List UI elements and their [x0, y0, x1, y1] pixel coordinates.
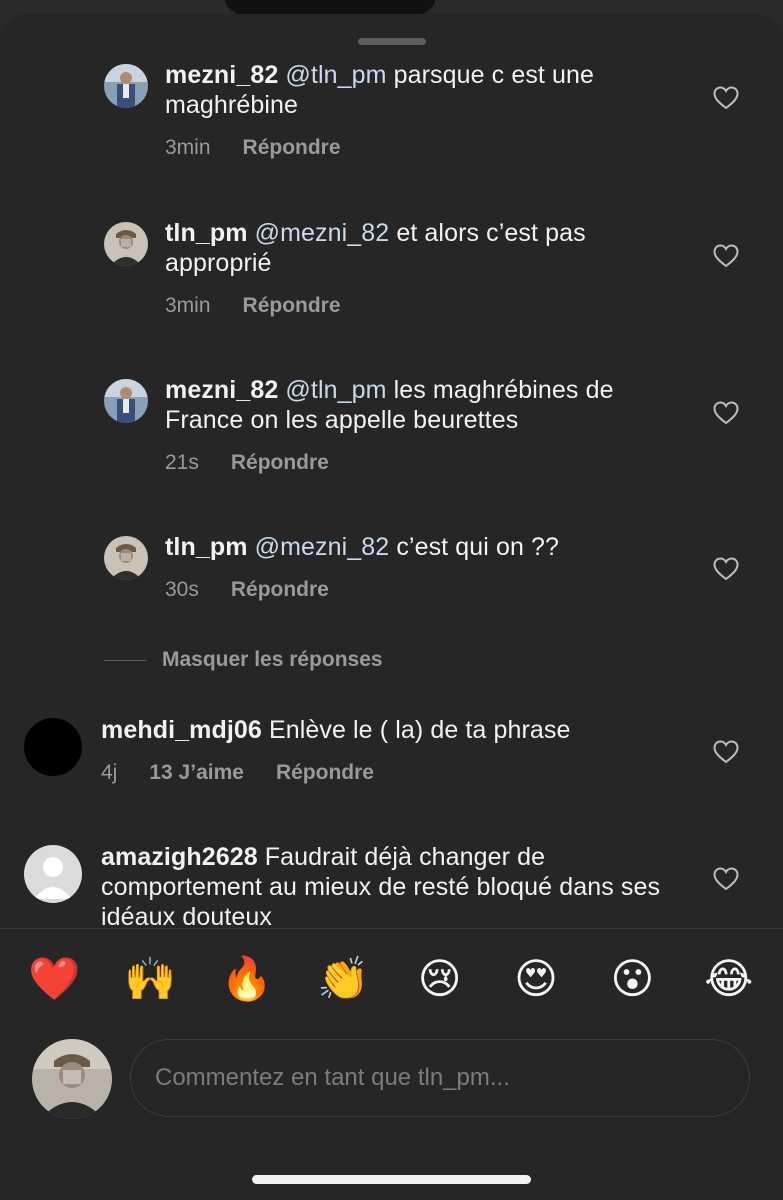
comment-time: 30s	[165, 578, 199, 601]
reply-button[interactable]: Répondre	[231, 578, 329, 602]
comment-username[interactable]: mezni_82	[165, 376, 278, 404]
user-avatar[interactable]	[104, 64, 148, 108]
reply-button[interactable]: Répondre	[243, 136, 341, 160]
emoji-heart-button[interactable]: ❤️	[24, 951, 84, 1007]
comment-text: Enlève le ( la) de ta phrase	[268, 716, 571, 744]
emoji-surprised-button[interactable]: 😮	[602, 951, 662, 1007]
like-count[interactable]: 13 J’aime	[149, 761, 244, 785]
comment-mention[interactable]: @tln_pm	[285, 376, 386, 404]
comment-time: 3min	[165, 136, 211, 159]
comment-time: 4j	[101, 761, 118, 784]
like-heart-icon[interactable]	[713, 244, 739, 268]
comment-input[interactable]	[130, 1039, 750, 1117]
current-user-avatar	[32, 1039, 112, 1119]
sheet-drag-handle[interactable]	[358, 38, 426, 45]
comment-username[interactable]: tln_pm	[165, 533, 248, 561]
comment-mention[interactable]: @mezni_82	[255, 533, 390, 561]
comment-username[interactable]: mezni_82	[165, 61, 278, 89]
reply-button[interactable]: Répondre	[231, 451, 329, 475]
comment-mention[interactable]: @tln_pm	[285, 61, 386, 89]
hide-replies-button[interactable]: Masquer les réponses	[104, 648, 383, 672]
comment-username[interactable]: tln_pm	[165, 219, 248, 247]
like-heart-icon[interactable]	[713, 557, 739, 581]
comment-composer: ❤️ 🙌 🔥 👏 😢 😍 😮 😂	[0, 929, 783, 1200]
emoji-clap-button[interactable]: 👏	[313, 951, 373, 1007]
reply-button[interactable]: Répondre	[276, 761, 374, 785]
like-heart-icon[interactable]	[713, 867, 739, 891]
user-avatar[interactable]	[104, 222, 148, 266]
comment-item: amazigh2628 Faudrait déjà changer de com…	[0, 842, 783, 928]
comment-text: c’est qui on ??	[396, 533, 560, 561]
like-heart-icon[interactable]	[713, 86, 739, 110]
emoji-crying-button[interactable]: 😢	[410, 951, 470, 1007]
hide-replies-label: Masquer les réponses	[162, 648, 383, 671]
comment-mention[interactable]: @mezni_82	[255, 219, 390, 247]
user-avatar[interactable]	[104, 379, 148, 423]
emoji-laughing-button[interactable]: 😂	[699, 951, 759, 1007]
comment-username[interactable]: mehdi_mdj06	[101, 716, 262, 744]
hide-replies-line	[104, 659, 146, 661]
emoji-fire-button[interactable]: 🔥	[217, 951, 277, 1007]
like-heart-icon[interactable]	[713, 740, 739, 764]
user-avatar[interactable]	[104, 536, 148, 580]
emoji-raised-hands-button[interactable]: 🙌	[121, 951, 181, 1007]
emoji-heart-eyes-button[interactable]: 😍	[506, 951, 566, 1007]
comment-time: 3min	[165, 294, 211, 317]
default-avatar-icon[interactable]	[24, 845, 82, 903]
reply-button[interactable]: Répondre	[243, 294, 341, 318]
comment-username[interactable]: amazigh2628	[101, 843, 258, 871]
emoji-reaction-bar: ❤️ 🙌 🔥 👏 😢 😍 😮 😂	[0, 951, 783, 1007]
home-indicator	[252, 1175, 531, 1184]
user-avatar[interactable]	[24, 718, 82, 776]
like-heart-icon[interactable]	[713, 401, 739, 425]
comment-time: 21s	[165, 451, 199, 474]
